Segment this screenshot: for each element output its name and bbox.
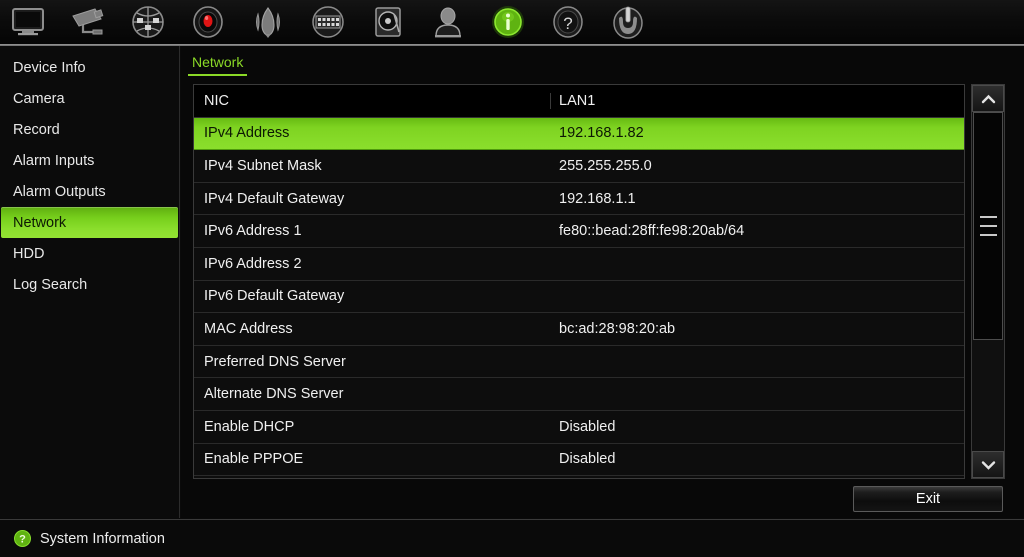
table-row[interactable]: IPv6 Address 2	[194, 248, 964, 281]
row-key: MAC Address	[204, 320, 293, 337]
network-globe-icon[interactable]	[126, 2, 170, 42]
user-icon[interactable]	[426, 2, 470, 42]
camera-icon[interactable]	[66, 2, 110, 42]
table-row[interactable]: Enable PPPOE Disabled	[194, 444, 964, 477]
row-key: IPv4 Address	[204, 125, 290, 142]
tab-bar: Network	[181, 46, 1024, 76]
table-row[interactable]	[194, 476, 964, 478]
row-key: IPv6 Address 2	[204, 255, 302, 272]
row-key: IPv4 Default Gateway	[204, 190, 345, 207]
sidebar-item-label: Camera	[13, 90, 65, 107]
row-value: 255.255.255.0	[559, 157, 652, 174]
grip-line	[979, 216, 997, 218]
scrollbar-track[interactable]	[972, 112, 1004, 451]
column-header-lan1: LAN1	[559, 92, 596, 109]
sidebar-item-device-info[interactable]: Device Info	[1, 52, 178, 83]
row-key: Enable DHCP	[204, 418, 295, 435]
alarm-icon[interactable]	[246, 2, 290, 42]
power-icon[interactable]	[606, 2, 650, 42]
sidebar-item-network[interactable]: Network	[1, 207, 178, 238]
scroll-up-button[interactable]	[972, 85, 1004, 112]
table-row[interactable]: Preferred DNS Server	[194, 346, 964, 379]
hdd-icon[interactable]	[366, 2, 410, 42]
table-scrollbar[interactable]	[971, 84, 1005, 479]
sidebar-item-label: Record	[13, 121, 60, 138]
row-value: 192.168.1.82	[559, 125, 644, 142]
row-value: bc:ad:28:98:20:ab	[559, 320, 676, 337]
network-info-table: NIC LAN1 IPv4 Address 192.168.1.82 IPv4 …	[193, 84, 965, 479]
scrollbar-thumb[interactable]	[973, 112, 1003, 340]
sidebar-item-alarm-outputs[interactable]: Alarm Outputs	[1, 176, 178, 207]
row-key: Enable PPPOE	[204, 451, 304, 468]
sidebar-item-label: Log Search	[13, 276, 88, 293]
monitor-icon[interactable]	[6, 2, 50, 42]
row-value: Disabled	[559, 418, 616, 435]
sidebar-item-label: HDD	[13, 245, 45, 262]
nvr-system-information-window: ? Device Info Camera Record Alarm Inputs…	[0, 0, 1024, 557]
svg-text:?: ?	[563, 14, 572, 33]
row-key: Alternate DNS Server	[204, 386, 344, 403]
sidebar-item-label: Network	[13, 214, 67, 231]
table-row[interactable]: MAC Address bc:ad:28:98:20:ab	[194, 313, 964, 346]
column-header-nic: NIC	[194, 92, 551, 109]
scroll-down-button[interactable]	[972, 451, 1004, 478]
sidebar-item-log-search[interactable]: Log Search	[1, 269, 178, 300]
device-panel-icon[interactable]	[306, 2, 350, 42]
sidebar-item-hdd[interactable]: HDD	[1, 238, 178, 269]
row-key: IPv6 Default Gateway	[204, 288, 345, 305]
tab-network[interactable]: Network	[188, 54, 248, 76]
status-bar: ? System Information	[0, 519, 1024, 557]
main-toolbar: ?	[0, 0, 1024, 44]
sidebar-item-label: Device Info	[13, 59, 86, 76]
record-icon[interactable]	[186, 2, 230, 42]
help-icon[interactable]: ?	[546, 2, 590, 42]
row-key: IPv4 Subnet Mask	[204, 157, 322, 174]
table-row[interactable]: IPv4 Default Gateway 192.168.1.1	[194, 183, 964, 216]
table-row[interactable]: IPv6 Address 1 fe80::bead:28ff:fe98:20ab…	[194, 215, 964, 248]
sidebar-item-camera[interactable]: Camera	[1, 83, 178, 114]
sidebar-item-alarm-inputs[interactable]: Alarm Inputs	[1, 145, 178, 176]
row-key: IPv6 Address 1	[204, 223, 302, 240]
row-value: 192.168.1.1	[559, 190, 636, 207]
table-row[interactable]: Alternate DNS Server	[194, 378, 964, 411]
row-key: Preferred DNS Server	[204, 353, 346, 370]
table-row[interactable]: Enable DHCP Disabled	[194, 411, 964, 444]
exit-button[interactable]: Exit	[853, 486, 1003, 512]
chevron-down-icon	[981, 460, 995, 470]
svg-text:?: ?	[19, 534, 26, 546]
status-bar-text: System Information	[40, 530, 165, 547]
row-value: Disabled	[559, 451, 616, 468]
table-header-row: NIC LAN1	[194, 85, 964, 118]
grip-line	[979, 234, 997, 236]
table-row[interactable]: IPv6 Default Gateway	[194, 281, 964, 314]
info-icon[interactable]	[486, 2, 530, 42]
sidebar-menu: Device Info Camera Record Alarm Inputs A…	[0, 46, 180, 518]
sidebar-item-label: Alarm Inputs	[13, 152, 95, 169]
table-row[interactable]: IPv4 Address 192.168.1.82	[194, 117, 964, 151]
chevron-up-icon	[981, 94, 995, 103]
content-pane: Network NIC LAN1 IPv4 Address 192.168.1.…	[181, 46, 1024, 518]
sidebar-item-label: Alarm Outputs	[13, 183, 106, 200]
help-circle-icon: ?	[14, 530, 31, 547]
grip-line	[979, 225, 997, 227]
sidebar-item-record[interactable]: Record	[1, 114, 178, 145]
table-row[interactable]: IPv4 Subnet Mask 255.255.255.0	[194, 150, 964, 183]
row-value: fe80::bead:28ff:fe98:20ab/64	[559, 223, 745, 240]
